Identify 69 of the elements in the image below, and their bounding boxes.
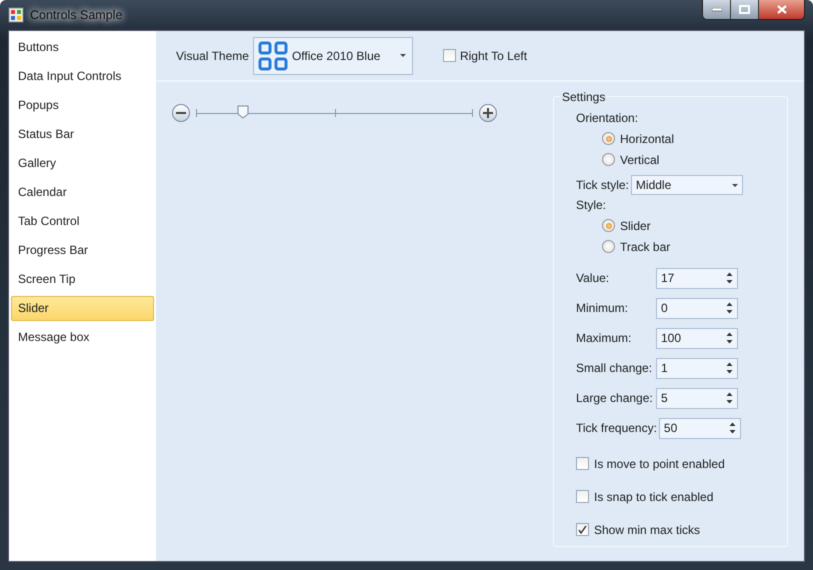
close-button[interactable]	[759, 0, 804, 19]
sidebar-item[interactable]: Calendar	[11, 180, 154, 205]
tick-style-label: Tick style:	[576, 178, 629, 192]
number-field[interactable]: 100	[656, 328, 738, 348]
zoom-out-button[interactable]	[172, 104, 190, 122]
radio-button[interactable]	[602, 153, 615, 166]
minimize-button[interactable]	[703, 0, 731, 19]
zoom-in-button[interactable]	[479, 104, 497, 122]
checkbox[interactable]	[442, 49, 456, 62]
spinner-icon[interactable]	[726, 361, 733, 375]
spinner-icon[interactable]	[726, 331, 733, 345]
sidebar-item[interactable]: Gallery	[11, 151, 154, 176]
sidebar-item[interactable]: Tab Control	[11, 209, 154, 234]
field-label: Maximum:	[576, 331, 632, 345]
sidebar-item[interactable]: Screen Tip	[11, 267, 154, 292]
style-label: Style:	[576, 198, 608, 212]
group-title: Settings	[560, 90, 608, 104]
field-label: Value:	[576, 271, 610, 285]
theme-icon	[258, 40, 288, 70]
number-field[interactable]: 1	[656, 358, 738, 378]
radio-label[interactable]: Horizontal	[620, 132, 674, 146]
checkbox[interactable]	[576, 457, 589, 470]
checkbox[interactable]	[576, 523, 589, 536]
sidebar-item[interactable]: Message box	[11, 325, 154, 350]
minus-icon	[176, 112, 186, 114]
caret-icon	[400, 54, 406, 57]
checkbox-label[interactable]: Is snap to tick enabled	[594, 490, 714, 504]
spinner-icon[interactable]	[728, 421, 736, 435]
checkbox-label[interactable]: Right To Left	[460, 48, 528, 62]
sidebar-item[interactable]: Data Input Controls	[11, 64, 154, 89]
field-label: Minimum:	[576, 301, 630, 315]
field-label: Large change:	[576, 391, 654, 405]
sidebar-item[interactable]: Status Bar	[11, 122, 154, 147]
radio-label[interactable]: Slider	[620, 218, 651, 232]
number-field[interactable]: 17	[656, 268, 738, 288]
radio-button[interactable]	[602, 240, 615, 253]
orientation-label: Orientation:	[576, 111, 640, 125]
checkbox[interactable]	[576, 490, 589, 503]
sidebar-item[interactable]: Buttons	[11, 35, 154, 60]
tick-style-dropdown[interactable]: Middle	[630, 175, 743, 195]
spinner-icon[interactable]	[726, 271, 733, 285]
number-field[interactable]: 50	[658, 418, 741, 438]
radio-button[interactable]	[602, 132, 615, 145]
radio-label[interactable]: Vertical	[620, 152, 660, 166]
radio-label[interactable]: Track bar	[620, 240, 670, 254]
number-field[interactable]: 0	[656, 298, 738, 318]
check-icon	[578, 525, 587, 534]
app-icon	[8, 7, 24, 23]
minimize-icon	[712, 8, 722, 12]
radio-button[interactable]	[602, 219, 615, 232]
maximize-button[interactable]	[731, 0, 759, 19]
plus-icon	[483, 108, 493, 118]
sidebar-item[interactable]: Popups	[11, 93, 154, 118]
sidebar-item[interactable]: Progress Bar	[11, 238, 154, 263]
slider-thumb[interactable]	[237, 105, 250, 119]
spinner-icon[interactable]	[726, 301, 733, 315]
sidebar-item[interactable]: Slider	[11, 296, 154, 321]
spinner-icon[interactable]	[726, 391, 733, 405]
caret-icon	[732, 184, 738, 186]
field-label: Small change:	[576, 361, 654, 375]
maximize-icon	[739, 5, 750, 14]
number-field[interactable]: 5	[656, 388, 738, 408]
checkbox-label[interactable]: Show min max ticks	[594, 522, 700, 536]
theme-dropdown[interactable]: Office 2010 Blue	[252, 36, 413, 74]
window-title: Controls Sample	[30, 8, 122, 22]
field-label: Tick frequency:	[576, 421, 658, 435]
theme-label: Visual Theme	[176, 48, 249, 62]
checkbox-label[interactable]: Is move to point enabled	[594, 456, 725, 470]
close-icon	[776, 5, 786, 14]
